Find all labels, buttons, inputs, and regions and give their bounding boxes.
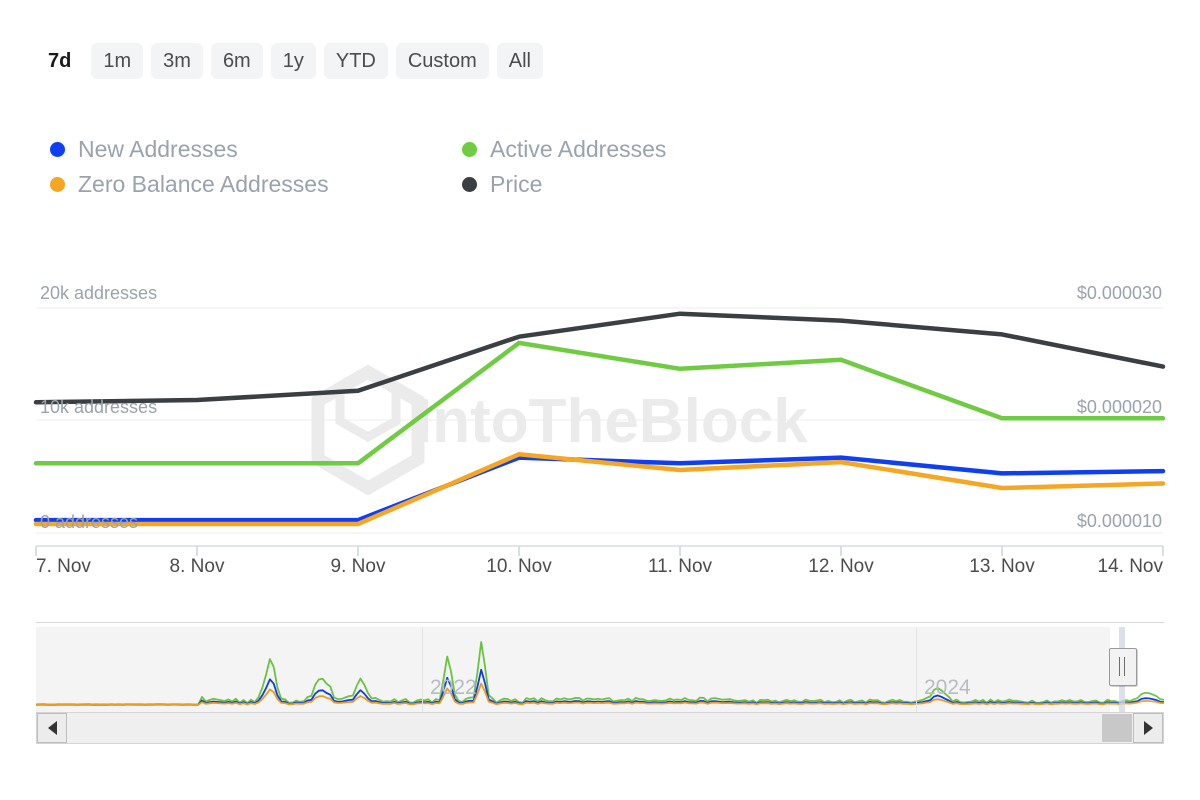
left-axis-label-0: 20k addresses xyxy=(40,283,158,303)
scroll-right-arrow-icon[interactable] xyxy=(1133,713,1163,743)
series-line-new-addresses xyxy=(33,455,1166,523)
series-line-active-addresses xyxy=(33,340,1166,466)
legend-item-price[interactable]: Price xyxy=(462,171,666,198)
legend-label: New Addresses xyxy=(78,136,238,162)
watermark: IntoTheBlock xyxy=(311,364,808,496)
series-line-zero-balance-addresses xyxy=(33,452,1166,527)
navigator-year-label-2024: 2024 xyxy=(924,676,971,699)
x-axis-label-5: 12. Nov xyxy=(808,556,874,577)
right-axis-label-0: $0.000030 xyxy=(1076,283,1162,303)
legend-label: Zero Balance Addresses xyxy=(78,171,329,197)
series-dot-icon xyxy=(50,142,65,157)
right-axis-label-1: $0.000020 xyxy=(1076,397,1162,417)
legend-label: Active Addresses xyxy=(490,136,667,162)
scroll-left-arrow-icon[interactable] xyxy=(37,713,67,743)
left-axis-label-2: 0 addresses xyxy=(40,512,139,532)
x-axis-label-1: 8. Nov xyxy=(169,556,225,577)
range-selector[interactable]: 7d 1m 3m 6m 1y YTD Custom All xyxy=(36,43,543,79)
x-axis-label-7: 14. Nov xyxy=(1097,556,1163,577)
watermark-text: IntoTheBlock xyxy=(415,387,808,456)
series-dot-icon xyxy=(50,177,65,192)
navigator-year-divider-2022 xyxy=(422,627,423,712)
range-button-custom[interactable]: Custom xyxy=(395,43,489,79)
series-dot-icon xyxy=(462,177,477,192)
x-axis-label-3: 10. Nov xyxy=(486,556,552,577)
navigator-year-divider-2024 xyxy=(916,627,917,712)
range-button-6m[interactable]: 6m xyxy=(210,43,263,79)
range-button-ytd[interactable]: YTD xyxy=(323,43,388,79)
x-axis-label-4: 11. Nov xyxy=(647,556,713,577)
scrollbar-thumb[interactable] xyxy=(1102,714,1132,742)
navigator-year-label-2022: 2022 xyxy=(430,676,477,699)
x-axis-label-6: 13. Nov xyxy=(969,556,1035,577)
x-axis-label-0: 7. Nov xyxy=(36,556,91,577)
left-axis-label-1: 10k addresses xyxy=(40,397,158,417)
series-line-price xyxy=(33,311,1166,405)
legend-item-new-addresses[interactable]: New Addresses xyxy=(50,136,462,163)
x-axis-label-2: 9. Nov xyxy=(330,556,386,577)
series-dot-icon xyxy=(462,142,477,157)
chart-legend: New Addresses Active Addresses Zero Balanc… xyxy=(50,132,666,202)
legend-item-zero-balance-addresses[interactable]: Zero Balance Addresses xyxy=(50,171,462,198)
legend-item-active-addresses[interactable]: Active Addresses xyxy=(462,136,666,163)
range-button-3m[interactable]: 3m xyxy=(151,43,203,79)
range-button-7d[interactable]: 7d xyxy=(36,43,84,79)
navigator-drag-handle[interactable] xyxy=(1109,648,1137,686)
range-button-1y[interactable]: 1y xyxy=(270,43,316,79)
range-button-all[interactable]: All xyxy=(496,43,543,79)
range-button-1m[interactable]: 1m xyxy=(91,43,144,79)
legend-label: Price xyxy=(490,171,543,197)
navigator-scrollbar[interactable] xyxy=(36,712,1164,744)
right-axis-label-2: $0.000010 xyxy=(1076,511,1162,531)
